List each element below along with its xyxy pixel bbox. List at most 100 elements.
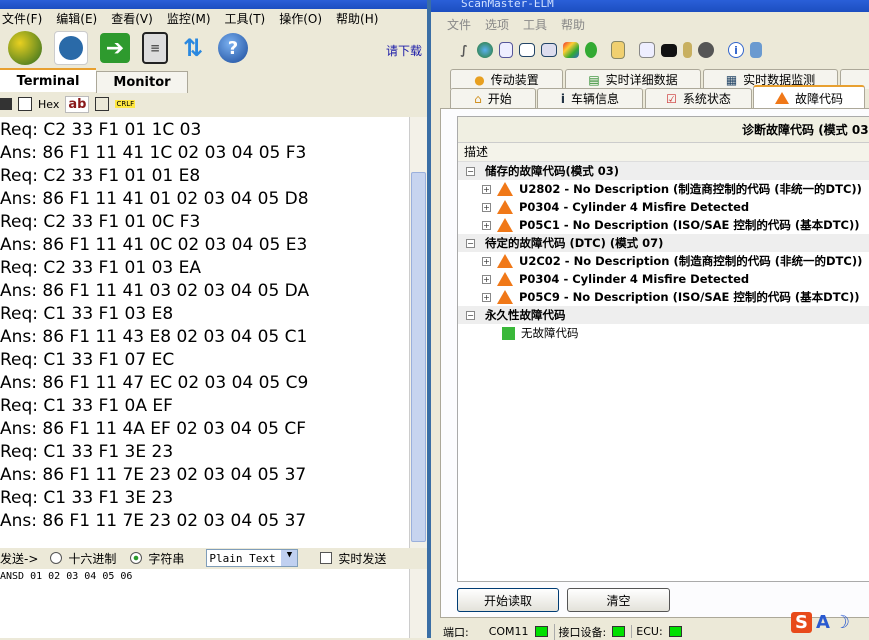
menu-options[interactable]: 选项 — [485, 16, 509, 33]
ecu-led — [668, 626, 682, 637]
menu-view[interactable]: 查看(V) — [111, 10, 153, 27]
download-link[interactable]: 请下载 — [386, 42, 422, 59]
document-icon[interactable]: ≡ — [142, 32, 168, 64]
terminal-output[interactable]: Req: C2 33 F1 01 1C 03 Ans: 86 F1 11 41 1… — [0, 117, 409, 548]
terminal-line: Req: C1 33 F1 03 E8 — [0, 304, 174, 324]
menu-file[interactable]: 文件 — [447, 16, 471, 33]
info-icon[interactable]: i — [728, 42, 744, 58]
console-icon[interactable] — [661, 43, 677, 57]
radio-hex[interactable] — [50, 552, 63, 564]
list-icon: ▤ — [588, 72, 600, 87]
menu-edit[interactable]: 编辑(E) — [56, 10, 97, 27]
info-icon: i — [560, 91, 566, 106]
scrollbar-thumb[interactable] — [411, 172, 426, 542]
ime-mode-icon[interactable]: A — [816, 612, 830, 633]
tab-system-status[interactable]: ☑ 系统状态 — [645, 88, 752, 108]
dtc-group[interactable]: − 待定的故障代码 (DTC) (模式 07) — [458, 234, 869, 252]
help-icon[interactable]: ? — [218, 33, 248, 63]
ime-toolbar[interactable]: S A ☽ — [791, 612, 850, 633]
start-read-button-face[interactable]: 开始读取 — [457, 588, 559, 612]
menu-help[interactable]: 帮助(H) — [336, 10, 378, 27]
chevron-down-icon[interactable]: ▼ — [281, 550, 298, 566]
terminal-window: 文件(F) 编辑(E) 查看(V) 监控(M) 工具(T) 操作(O) 帮助(H… — [0, 0, 427, 638]
expand-icon[interactable]: + — [482, 256, 491, 266]
menu-operate[interactable]: 操作(O) — [279, 10, 322, 27]
column-header-description[interactable]: 描述 — [458, 143, 869, 162]
dtc-item[interactable]: + P05C9 - No Description (ISO/SAE 控制的代码 (… — [458, 288, 869, 306]
clipboard-icon[interactable] — [611, 41, 625, 59]
radio-string[interactable] — [130, 552, 143, 564]
terminal-line: Ans: 86 F1 11 41 0C 02 03 04 05 E3 — [0, 235, 308, 255]
tab-vehicle-info[interactable]: i 车辆信息 — [537, 88, 643, 108]
collapse-icon[interactable]: − — [466, 238, 475, 248]
hex-toggle[interactable]: Hex — [38, 98, 59, 111]
menu-tools[interactable]: 工具(T) — [225, 10, 266, 27]
exit-door-icon[interactable] — [750, 42, 762, 58]
moon-icon[interactable]: ☽ — [834, 612, 850, 633]
no-dtc-label: 无故障代码 — [521, 326, 579, 340]
save-icon[interactable] — [0, 98, 12, 110]
menu-file[interactable]: 文件(F) — [2, 10, 42, 27]
interface-label: 接口设备: — [553, 623, 606, 640]
menu-monitor[interactable]: 监控(M) — [167, 10, 211, 27]
dtc-item[interactable]: + P05C1 - No Description (ISO/SAE 控制的代码 (… — [458, 216, 869, 234]
collapse-icon[interactable]: − — [466, 310, 475, 320]
terminal-scrollbar[interactable] — [409, 117, 427, 548]
send-scrollbar[interactable] — [409, 569, 427, 638]
list-icon[interactable] — [18, 97, 32, 111]
battery-icon[interactable] — [683, 42, 692, 58]
format-select[interactable]: Plain Text ▼ — [206, 549, 299, 567]
terminal-line: Req: C1 33 F1 3E 23 — [0, 442, 174, 462]
tab-live-detail[interactable]: ▤ 实时详细数据 — [565, 69, 701, 89]
sogou-logo-icon[interactable]: S — [791, 612, 812, 633]
gauge-icon[interactable] — [698, 42, 714, 58]
dtc-item[interactable]: + U2C02 - No Description (制造商控制的代码 (非统一的D… — [458, 252, 869, 270]
expand-icon[interactable]: + — [482, 292, 491, 302]
refresh-icon[interactable]: ⇅ — [180, 33, 206, 63]
ab-toggle[interactable]: ab — [65, 95, 90, 113]
menu-tools[interactable]: 工具 — [523, 16, 547, 33]
collapse-icon[interactable]: − — [466, 166, 475, 176]
title-bar: ScanMaster-ELM — [431, 0, 869, 12]
edit-icon[interactable] — [95, 97, 110, 111]
chart-icon[interactable] — [541, 43, 557, 57]
tab-terminal[interactable]: Terminal — [0, 68, 96, 92]
menu-bar: 文件 选项 工具 帮助 — [445, 16, 585, 33]
grid-icon[interactable] — [519, 43, 535, 57]
tab-start[interactable]: ⌂ 开始 — [450, 88, 536, 108]
dtc-label: P0304 - Cylinder 4 Misfire Detected — [519, 200, 750, 214]
expand-icon[interactable]: + — [482, 184, 491, 194]
realtime-send-checkbox[interactable] — [320, 552, 333, 564]
status-bar: 端口: COM11 接口设备: ECU: — [443, 623, 682, 640]
expand-icon[interactable]: + — [482, 202, 491, 212]
expand-icon[interactable]: + — [482, 220, 491, 230]
expand-icon[interactable]: + — [482, 274, 491, 284]
dtc-item[interactable]: + P0304 - Cylinder 4 Misfire Detected — [458, 198, 869, 216]
search-window-icon[interactable] — [639, 42, 655, 58]
dtc-label: P05C1 - No Description (ISO/SAE 控制的代码 (基… — [519, 218, 860, 232]
clear-button[interactable]: 清空 — [567, 588, 670, 612]
tab-trouble-codes[interactable]: 故障代码 — [753, 85, 865, 109]
send-input[interactable]: ANSD 01 02 03 04 05 06 — [0, 569, 409, 638]
power-icon[interactable] — [59, 36, 83, 60]
menu-help[interactable]: 帮助 — [561, 16, 585, 33]
tab-monitor[interactable]: Monitor — [96, 71, 188, 93]
terminal-line: Ans: 86 F1 11 41 03 02 03 04 05 DA — [0, 281, 310, 301]
connect-plug-icon[interactable]: ∫ — [457, 42, 471, 58]
dtc-item[interactable]: + U2802 - No Description (制造商控制的代码 (非统一的D… — [458, 180, 869, 198]
color-chart-icon[interactable] — [563, 42, 579, 58]
user-icon[interactable] — [585, 42, 597, 58]
crlf-icon[interactable]: CRLF — [115, 100, 136, 108]
settings-gears-icon[interactable] — [8, 31, 42, 65]
dtc-group[interactable]: − 永久性故障代码 — [458, 306, 869, 324]
tab-actuator[interactable]: ● 传动装置 — [450, 69, 563, 89]
globe-icon[interactable] — [477, 42, 493, 58]
dtc-item[interactable]: + P0304 - Cylinder 4 Misfire Detected — [458, 270, 869, 288]
interface-led — [612, 626, 626, 637]
info-doc-icon[interactable] — [499, 42, 513, 58]
dtc-group[interactable]: − 储存的故障代码(模式 03) — [458, 162, 869, 180]
terminal-line: Ans: 86 F1 11 7E 23 02 03 04 05 37 — [0, 511, 307, 531]
terminal-line: Req: C2 33 F1 01 0C F3 — [0, 212, 201, 232]
terminal-line: Ans: 86 F1 11 41 01 02 03 04 05 D8 — [0, 189, 309, 209]
arrow-right-icon[interactable]: ➔ — [100, 33, 130, 63]
